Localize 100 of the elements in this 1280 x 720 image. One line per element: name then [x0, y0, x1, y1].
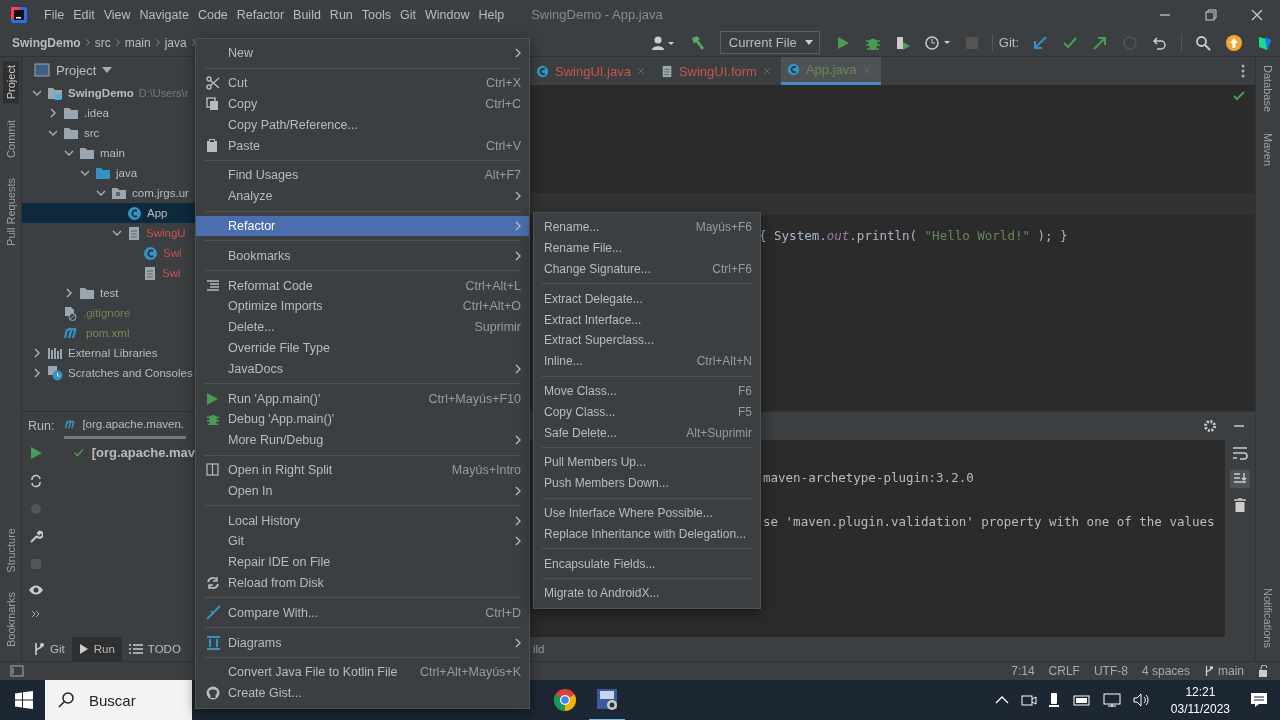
tree-item[interactable]: java	[22, 163, 195, 184]
tool-window-tab[interactable]: Pull Requests	[2, 173, 19, 250]
menu-item[interactable]: Open In	[196, 480, 529, 502]
menu-item[interactable]: Extract Interface...	[534, 309, 760, 330]
tool-window-tab[interactable]: Database	[1260, 61, 1276, 117]
run-icon[interactable]	[29, 445, 43, 460]
menu-item[interactable]: Reload from Disk	[196, 572, 529, 594]
menu-item[interactable]: Copy Class... F5	[534, 401, 760, 423]
tool-window-tab[interactable]: Structure	[2, 523, 19, 577]
menu-item[interactable]: Find Usages Alt+F7	[196, 165, 529, 186]
chevron-icon[interactable]	[32, 368, 42, 379]
browser-icon[interactable]	[553, 688, 577, 712]
menu-item[interactable]: Refactor	[236, 7, 285, 22]
tree-item[interactable]: com.jrgs.ur	[22, 183, 195, 204]
tree-item[interactable]: SwingDemo D:\Users\r	[22, 83, 195, 104]
menu-item[interactable]: Optimize Imports Ctrl+Alt+O	[196, 295, 529, 317]
menu-item[interactable]: Extract Superclass...	[534, 330, 760, 351]
windows-logo-icon[interactable]	[15, 691, 33, 709]
menu-item[interactable]: Use Interface Where Possible...	[534, 502, 760, 524]
more-icon[interactable]	[1241, 64, 1245, 79]
caret-position[interactable]: 7:14	[1011, 664, 1035, 679]
menu-item[interactable]: Delete... Suprimir	[196, 316, 529, 338]
chevron-icon[interactable]	[112, 228, 122, 239]
profiler-icon[interactable]	[924, 34, 951, 51]
soft-wrap-icon[interactable]	[1232, 445, 1248, 460]
lock-icon[interactable]	[1258, 665, 1270, 678]
wrench-icon[interactable]	[29, 529, 43, 544]
menu-item[interactable]: Encapsulate Fields...	[534, 553, 760, 574]
restore-icon[interactable]	[1205, 8, 1217, 21]
rerun-icon[interactable]	[29, 473, 43, 488]
push-icon[interactable]	[1092, 34, 1108, 51]
menu-item[interactable]: Tools	[361, 7, 391, 22]
menu-item[interactable]: File	[44, 7, 65, 22]
upgrade-icon[interactable]	[1225, 33, 1243, 52]
branch-widget[interactable]: main	[1204, 664, 1244, 679]
chevron-icon[interactable]	[96, 188, 106, 199]
run-config-dropdown[interactable]: Current File	[719, 31, 820, 55]
chevron-up-icon[interactable]	[994, 695, 1009, 705]
file-encoding[interactable]: UTF-8	[1093, 664, 1128, 679]
eye-icon[interactable]	[28, 583, 44, 596]
tree-item[interactable]: .idea	[22, 103, 195, 124]
menu-item[interactable]: New	[196, 43, 529, 64]
menu-item[interactable]: Help	[478, 7, 505, 22]
panel-title[interactable]: Project	[56, 62, 97, 78]
menu-item[interactable]: Rename File...	[534, 237, 760, 259]
tool-tab[interactable]: Run	[71, 637, 122, 662]
run-tree-item[interactable]: [org.apache.mav	[50, 442, 195, 463]
breadcrumb[interactable]: java	[164, 35, 187, 50]
search-field[interactable]: Buscar	[45, 680, 192, 720]
tool-window-tab[interactable]: Commit	[2, 115, 19, 162]
chevron-icon[interactable]	[32, 88, 42, 99]
rollback-icon[interactable]	[1152, 34, 1168, 51]
menu-item[interactable]: Navigate	[139, 7, 189, 22]
menu-item[interactable]: Safe Delete... Alt+Suprimir	[534, 422, 760, 443]
menu-item[interactable]: Repair IDE on File	[196, 551, 529, 573]
tree-item[interactable]: App	[22, 203, 195, 224]
more-icon[interactable]	[31, 609, 41, 618]
menu-item[interactable]: Replace Inheritance with Delegation...	[534, 523, 760, 545]
device-icon[interactable]	[1048, 692, 1059, 708]
chevron-icon[interactable]	[80, 168, 90, 179]
menu-item[interactable]: Rename... Mayús+F6	[534, 217, 760, 238]
menu-item[interactable]: JavaDocs	[196, 358, 529, 380]
menu-item[interactable]: Analyze	[196, 185, 529, 207]
menu-item[interactable]: Push Members Down...	[534, 472, 760, 494]
chevron-icon[interactable]	[32, 348, 42, 359]
menu-item[interactable]: Build	[293, 7, 321, 22]
notification-icon[interactable]	[1250, 692, 1268, 708]
tool-tab[interactable]: TODO	[121, 637, 188, 662]
menu-item[interactable]: Debug 'App.main()'	[196, 408, 529, 430]
tree-item[interactable]: External Libraries	[22, 343, 195, 364]
menu-item[interactable]: Migrate to AndroidX...	[534, 582, 760, 604]
menu-item[interactable]: Window	[424, 7, 470, 22]
tree-item[interactable]: Scratches and Consoles	[22, 363, 195, 384]
tree-item[interactable]: pom.xml	[22, 323, 195, 344]
menu-item[interactable]: Run 'App.main()' Ctrl+Mayús+F10	[196, 388, 529, 409]
menu-item[interactable]: Copy Path/Reference...	[196, 114, 529, 136]
tool-tab[interactable]: Git	[26, 637, 72, 662]
chevron-icon[interactable]	[48, 128, 58, 139]
menu-item[interactable]: Cut Ctrl+X	[196, 72, 529, 94]
clock-time[interactable]: 12:21	[1185, 684, 1216, 699]
breadcrumb[interactable]: SwingDemo	[12, 35, 81, 50]
menu-item[interactable]: Move Class... F6	[534, 380, 760, 402]
settings-icon[interactable]	[1203, 418, 1217, 433]
tool-window-tab[interactable]: Bookmarks	[2, 588, 19, 652]
menu-item[interactable]: Open in Right Split Mayús+Intro	[196, 459, 529, 481]
menu-item[interactable]: Git	[196, 530, 529, 552]
chevron-icon[interactable]	[64, 148, 74, 159]
panel-toggle-icon[interactable]	[10, 665, 24, 678]
scroll-to-end-icon[interactable]	[1230, 469, 1250, 488]
menu-item[interactable]: Extract Delegate...	[534, 288, 760, 310]
speaker-icon[interactable]	[1132, 693, 1151, 707]
tree-item[interactable]: main	[22, 143, 195, 164]
menu-item[interactable]: Reformat Code Ctrl+Alt+L	[196, 275, 529, 296]
menu-item[interactable]: Create Gist...	[196, 682, 529, 704]
tree-item[interactable]: src	[22, 123, 195, 144]
update-icon[interactable]	[1032, 34, 1048, 51]
menu-item[interactable]: View	[103, 7, 131, 22]
chevron-icon[interactable]	[64, 288, 74, 299]
user-icon[interactable]	[650, 34, 675, 51]
menu-item[interactable]: Bookmarks	[196, 245, 529, 267]
